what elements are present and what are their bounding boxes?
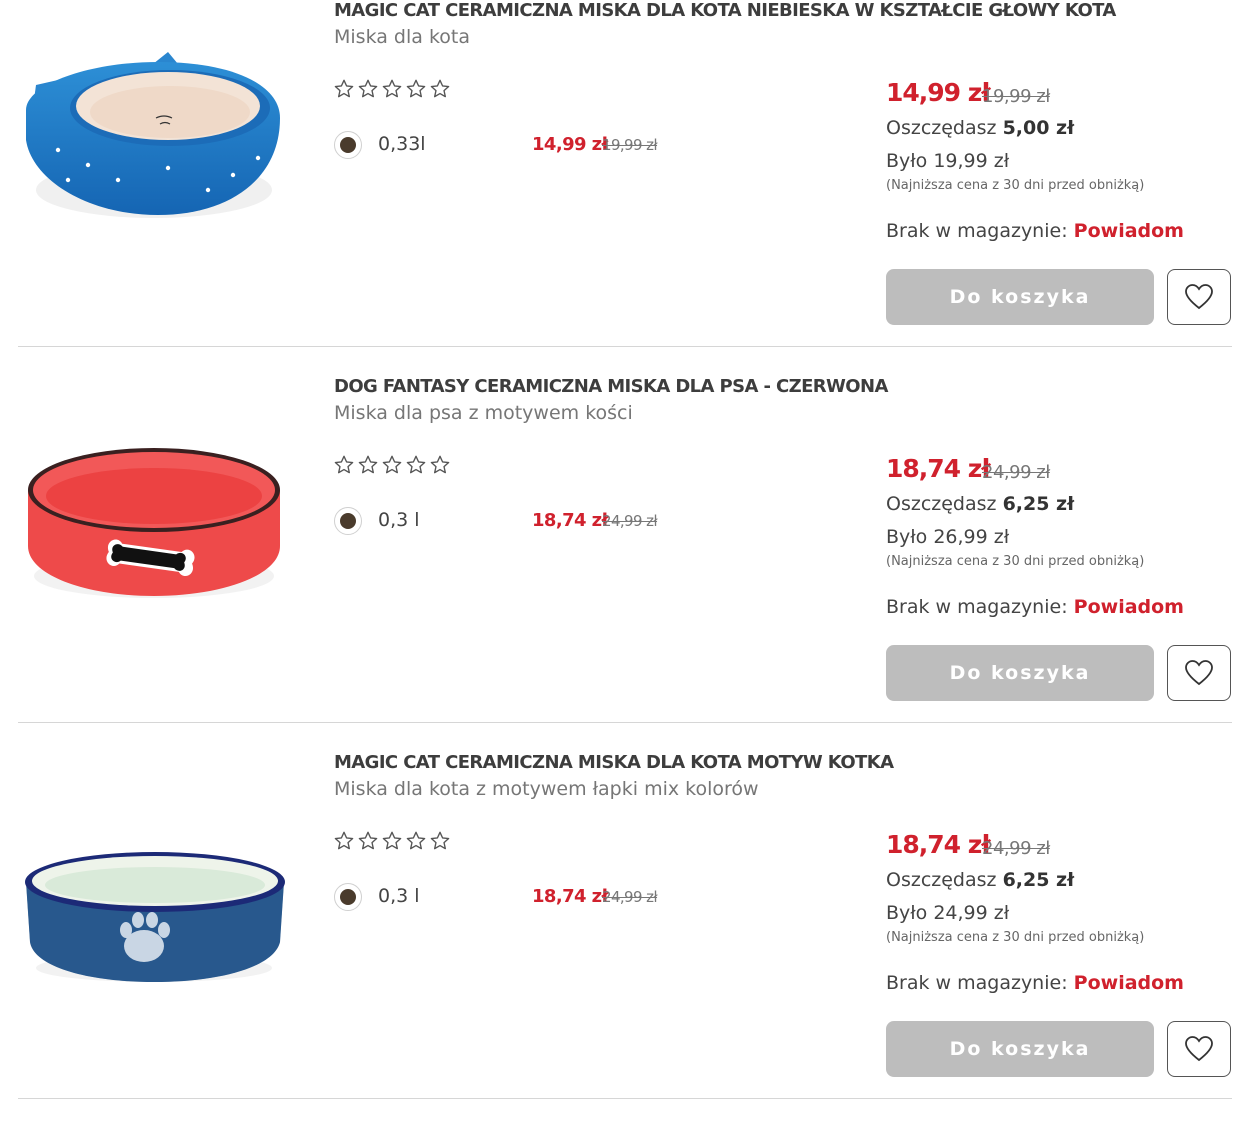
savings-text: Oszczędasz 6,25 zł (886, 493, 1074, 515)
color-swatch (340, 137, 356, 153)
savings-label: Oszczędasz (886, 117, 997, 139)
was-price: Było 19,99 zł (886, 150, 1010, 172)
old-price: 19,99 zł (982, 86, 1050, 107)
star-icon[interactable] (381, 830, 403, 852)
old-price: 24,99 zł (982, 838, 1050, 859)
variant-radio[interactable] (334, 883, 362, 911)
blue-paw-bowl-icon (25, 852, 285, 982)
savings-text: Oszczędasz 5,00 zł (886, 117, 1074, 139)
was-price: Było 24,99 zł (886, 902, 1010, 924)
star-icon[interactable] (333, 454, 355, 476)
notify-link[interactable]: Powiadom (1074, 972, 1184, 994)
product-card: DOG FANTASY CERAMICZNA MISKA DLA PSA - C… (18, 376, 1232, 752)
product-card: MAGIC CAT CERAMICZNA MISKA DLA KOTA NIEB… (18, 0, 1232, 376)
stock-label: Brak w magazynie: (886, 972, 1068, 994)
was-price: Było 26,99 zł (886, 526, 1010, 548)
variant-option[interactable]: 0,3 l 18,74 zł 24,99 zł (334, 506, 674, 538)
savings-label: Oszczędasz (886, 493, 997, 515)
star-icon[interactable] (381, 78, 403, 100)
add-to-cart-button[interactable]: Do koszyka (886, 269, 1154, 325)
variant-size: 0,3 l (378, 885, 420, 907)
star-icon[interactable] (429, 78, 451, 100)
rating-stars[interactable] (333, 830, 451, 854)
star-icon[interactable] (357, 78, 379, 100)
stock-label: Brak w magazynie: (886, 220, 1068, 242)
lowest-price-note: (Najniższa cena z 30 dni przed obniżką) (886, 554, 1145, 569)
variant-option[interactable]: 0,3 l 18,74 zł 24,99 zł (334, 882, 674, 914)
star-icon[interactable] (333, 78, 355, 100)
current-price: 14,99 zł (886, 78, 991, 107)
current-price: 18,74 zł (886, 830, 991, 859)
notify-link[interactable]: Powiadom (1074, 596, 1184, 618)
savings-label: Oszczędasz (886, 869, 997, 891)
lowest-price-note: (Najniższa cena z 30 dni przed obniżką) (886, 930, 1145, 945)
variant-price: 18,74 zł (532, 510, 608, 531)
variant-radio[interactable] (334, 131, 362, 159)
stock-status: Brak w magazynie: Powiadom (886, 596, 1184, 618)
star-icon[interactable] (429, 454, 451, 476)
product-subtitle: Miska dla kota (334, 26, 470, 48)
wishlist-button[interactable] (1167, 1021, 1231, 1077)
add-to-cart-button[interactable]: Do koszyka (886, 645, 1154, 701)
rating-stars[interactable] (333, 454, 451, 478)
heart-icon (1185, 1036, 1213, 1062)
divider (18, 722, 1232, 723)
lowest-price-note: (Najniższa cena z 30 dni przed obniżką) (886, 178, 1145, 193)
product-card: MAGIC CAT CERAMICZNA MISKA DLA KOTA MOTY… (18, 752, 1232, 1128)
product-subtitle: Miska dla psa z motywem kości (334, 402, 633, 424)
price-box: 14,99 zł 19,99 zł Oszczędasz 5,00 zł Był… (886, 0, 1232, 340)
stock-status: Brak w magazynie: Powiadom (886, 972, 1184, 994)
product-image[interactable] (18, 416, 290, 606)
blue-cat-head-bowl-icon (26, 52, 280, 218)
price-box: 18,74 zł 24,99 zł Oszczędasz 6,25 zł Był… (886, 376, 1232, 716)
variant-radio[interactable] (334, 507, 362, 535)
color-swatch (340, 513, 356, 529)
star-icon[interactable] (405, 78, 427, 100)
red-bone-bowl-icon (28, 448, 280, 598)
stock-status: Brak w magazynie: Powiadom (886, 220, 1184, 242)
product-subtitle: Miska dla kota z motywem łapki mix kolor… (334, 778, 759, 800)
divider (18, 1098, 1232, 1099)
star-icon[interactable] (429, 830, 451, 852)
product-image[interactable] (18, 792, 290, 982)
star-icon[interactable] (357, 454, 379, 476)
stock-label: Brak w magazynie: (886, 596, 1068, 618)
star-icon[interactable] (405, 830, 427, 852)
price-box: 18,74 zł 24,99 zł Oszczędasz 6,25 zł Był… (886, 752, 1232, 1092)
savings-value: 6,25 zł (1002, 869, 1075, 891)
variant-old-price: 24,99 zł (602, 512, 658, 530)
star-icon[interactable] (405, 454, 427, 476)
current-price: 18,74 zł (886, 454, 991, 483)
savings-text: Oszczędasz 6,25 zł (886, 869, 1074, 891)
variant-size: 0,3 l (378, 509, 420, 531)
add-to-cart-button[interactable]: Do koszyka (886, 1021, 1154, 1077)
star-icon[interactable] (357, 830, 379, 852)
variant-old-price: 19,99 zł (602, 136, 658, 154)
divider (18, 346, 1232, 347)
variant-price: 14,99 zł (532, 134, 608, 155)
variant-old-price: 24,99 zł (602, 888, 658, 906)
product-list: MAGIC CAT CERAMICZNA MISKA DLA KOTA NIEB… (0, 0, 1250, 1127)
heart-icon (1185, 284, 1213, 310)
savings-value: 5,00 zł (1002, 117, 1075, 139)
star-icon[interactable] (381, 454, 403, 476)
variant-price: 18,74 zł (532, 886, 608, 907)
old-price: 24,99 zł (982, 462, 1050, 483)
star-icon[interactable] (333, 830, 355, 852)
notify-link[interactable]: Powiadom (1074, 220, 1184, 242)
savings-value: 6,25 zł (1002, 493, 1075, 515)
variant-option[interactable]: 0,33l 14,99 zł 19,99 zł (334, 130, 674, 162)
heart-icon (1185, 660, 1213, 686)
wishlist-button[interactable] (1167, 269, 1231, 325)
wishlist-button[interactable] (1167, 645, 1231, 701)
product-image[interactable] (18, 40, 290, 230)
variant-size: 0,33l (378, 133, 426, 155)
color-swatch (340, 889, 356, 905)
rating-stars[interactable] (333, 78, 451, 102)
